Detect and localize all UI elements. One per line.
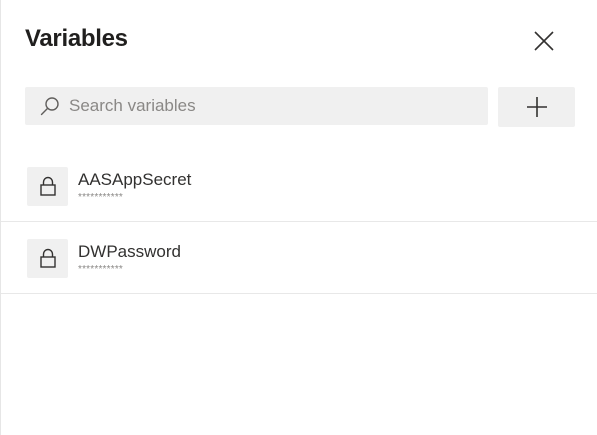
lock-icon (27, 239, 68, 278)
add-variable-button[interactable] (498, 87, 575, 127)
variable-list: AASAppSecret *********** DWPassword ****… (1, 150, 597, 294)
variable-name: DWPassword (78, 242, 181, 261)
plus-icon (526, 97, 547, 117)
search-icon (39, 95, 61, 117)
close-icon (534, 31, 554, 51)
close-button[interactable] (527, 24, 561, 58)
variable-name: AASAppSecret (78, 170, 192, 189)
variable-value: *********** (78, 264, 124, 275)
search-box[interactable] (25, 87, 488, 125)
panel-title: Variables (25, 25, 128, 52)
variable-row[interactable]: DWPassword *********** (1, 222, 597, 294)
variable-row[interactable]: AASAppSecret *********** (1, 150, 597, 222)
variable-value: *********** (78, 192, 124, 203)
lock-icon (27, 167, 68, 206)
variables-panel: Variables AASAp (0, 0, 597, 435)
search-input[interactable] (69, 88, 449, 124)
